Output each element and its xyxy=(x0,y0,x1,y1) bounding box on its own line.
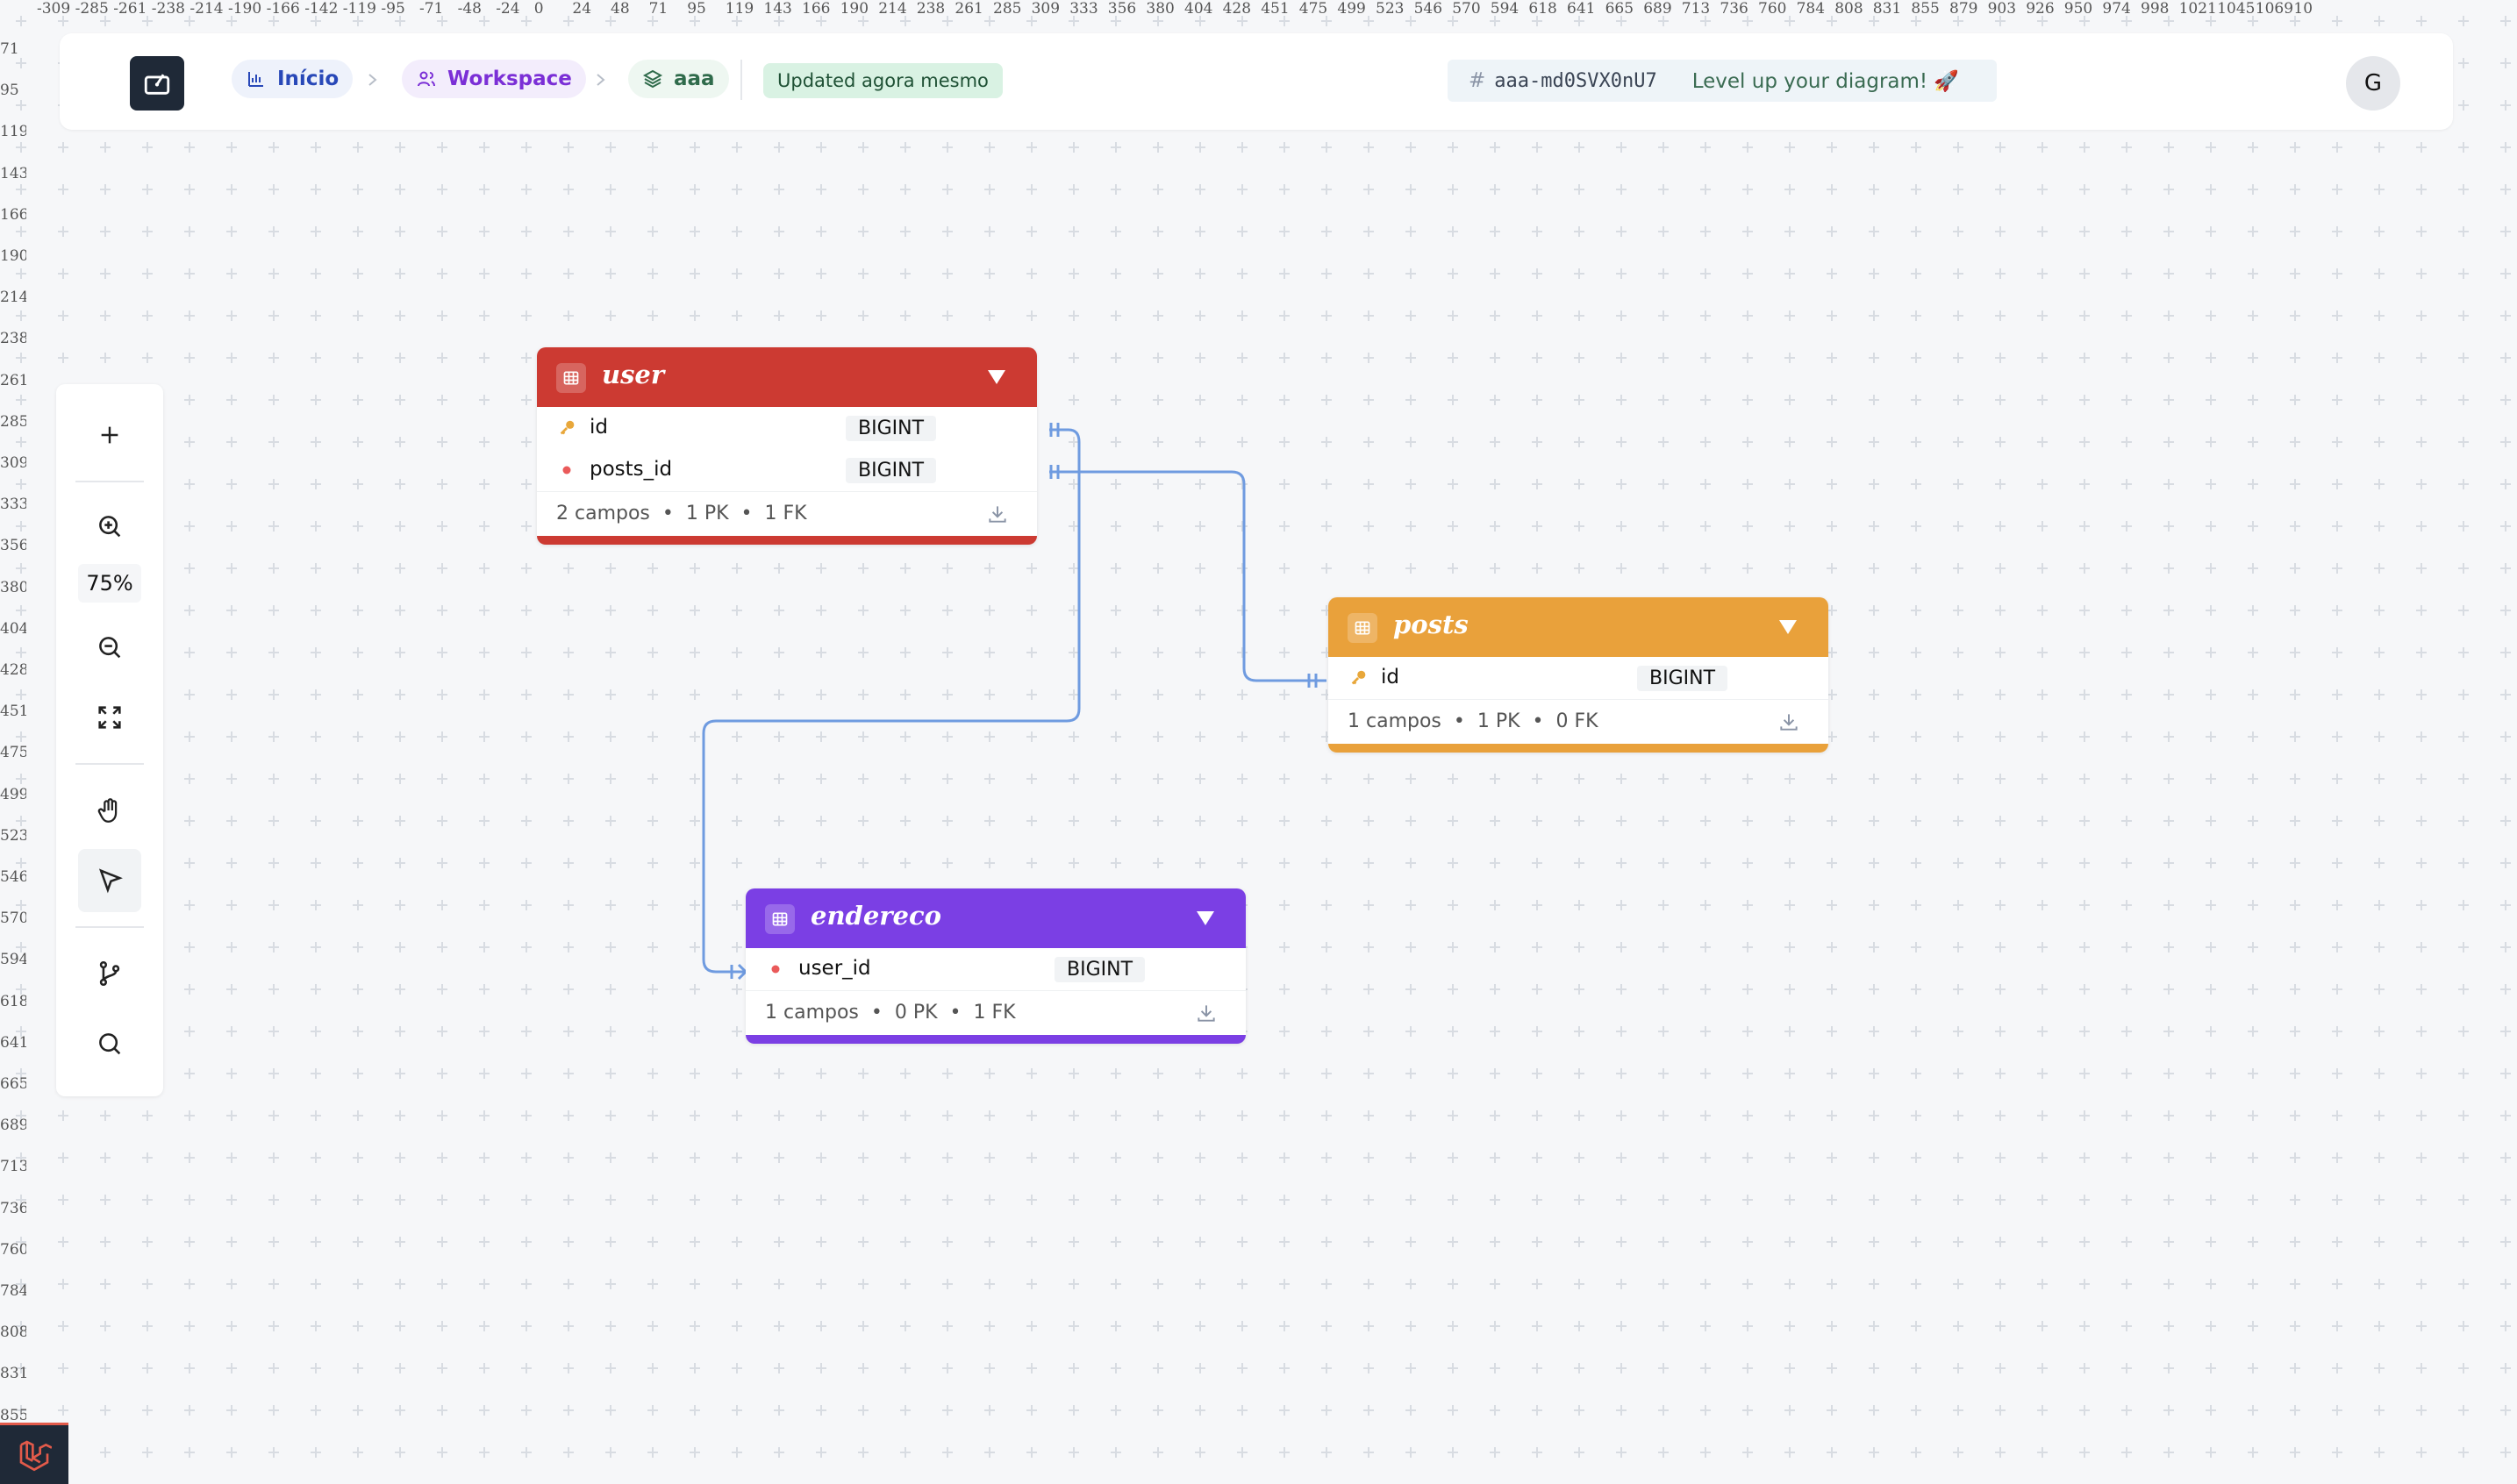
table-header[interactable]: endereco xyxy=(746,888,1246,948)
debugbar-toggle[interactable] xyxy=(0,1423,68,1484)
breadcrumb-project[interactable]: aaa xyxy=(628,60,729,98)
download-icon[interactable] xyxy=(1777,710,1800,733)
logo-icon xyxy=(144,74,170,95)
pan-tool-button[interactable] xyxy=(78,779,141,842)
field-name: id xyxy=(1381,666,1399,688)
status-badge: Updated agora mesmo xyxy=(763,63,1003,98)
table-bottom-bar xyxy=(537,536,1037,545)
field-row[interactable]: id BIGINT xyxy=(537,407,1037,449)
hash-icon: # xyxy=(1469,69,1486,92)
zoom-in-button[interactable] xyxy=(78,495,141,558)
table-bottom-bar xyxy=(746,1035,1246,1044)
chevron-right-icon xyxy=(368,74,377,86)
zoom-level[interactable]: 75% xyxy=(78,564,141,603)
table-stats: 1 campos • 0 PK • 1 FK xyxy=(765,1002,1016,1024)
toolbar-divider xyxy=(75,926,144,928)
table-icon xyxy=(556,363,586,393)
download-icon[interactable] xyxy=(986,503,1009,525)
avatar[interactable]: G xyxy=(2346,56,2400,111)
plus-icon xyxy=(101,426,118,444)
collapse-caret-icon[interactable] xyxy=(1195,910,1216,927)
table-name[interactable]: posts xyxy=(1393,610,1469,639)
table-posts[interactable]: posts id BIGINT 1 campos • 1 PK • 0 FK xyxy=(1328,597,1828,753)
breadcrumb-home[interactable]: Início xyxy=(232,60,354,98)
header-divider xyxy=(740,60,742,100)
table-name[interactable]: endereco xyxy=(811,901,941,931)
key-icon xyxy=(1351,670,1366,685)
search-icon xyxy=(99,1033,121,1055)
field-type: BIGINT xyxy=(846,416,937,441)
table-name[interactable]: user xyxy=(602,360,664,389)
table-icon xyxy=(1348,613,1377,643)
upgrade-link[interactable]: Level up your diagram! 🚀 xyxy=(1692,69,1959,93)
breadcrumb-project-label: aaa xyxy=(674,68,715,90)
users-icon xyxy=(418,71,435,87)
relationship-tool-button[interactable] xyxy=(78,942,141,1005)
zoom-out-button[interactable] xyxy=(78,616,141,679)
field-type: BIGINT xyxy=(846,458,937,483)
relation-lines xyxy=(702,423,1326,981)
fit-screen-button[interactable] xyxy=(78,686,141,749)
zoom-out-icon xyxy=(99,637,121,659)
foreign-key-dot-icon xyxy=(771,965,780,974)
laravel-logo-icon xyxy=(19,1440,52,1471)
table-header[interactable]: user xyxy=(537,347,1037,407)
collapse-caret-icon[interactable] xyxy=(1777,618,1798,636)
field-row[interactable]: user_id BIGINT xyxy=(746,948,1246,990)
field-type: BIGINT xyxy=(1055,957,1146,982)
field-row[interactable]: id BIGINT xyxy=(1328,657,1828,699)
table-header[interactable]: posts xyxy=(1328,597,1828,657)
field-row[interactable]: posts_id BIGINT xyxy=(537,449,1037,491)
diagram-id-pill[interactable]: # aaa-md0SVX0nU7 Level up your diagram! … xyxy=(1448,60,1997,102)
table-footer: 1 campos • 0 PK • 1 FK xyxy=(746,990,1246,1035)
toolbar-divider xyxy=(75,481,144,482)
collapse-caret-icon[interactable] xyxy=(986,368,1007,386)
fit-screen-icon xyxy=(98,706,121,729)
hand-icon xyxy=(97,798,118,823)
branch-icon xyxy=(99,960,120,987)
table-user[interactable]: user id BIGINT posts_id BIGINT 2 campos … xyxy=(537,347,1037,545)
add-table-button[interactable] xyxy=(78,403,141,467)
download-icon[interactable] xyxy=(1195,1002,1218,1024)
table-footer: 2 campos • 1 PK • 1 FK xyxy=(537,491,1037,536)
field-name: user_id xyxy=(798,957,871,980)
breadcrumb-workspace-label: Workspace xyxy=(447,68,572,90)
top-bar: Início Workspace aaa Updated agora mesmo… xyxy=(60,33,2453,130)
chevron-right-icon xyxy=(597,74,605,86)
diagram-id: aaa-md0SVX0nU7 xyxy=(1494,69,1657,92)
chart-icon xyxy=(248,72,263,87)
table-footer: 1 campos • 1 PK • 0 FK xyxy=(1328,699,1828,744)
field-type: BIGINT xyxy=(1637,666,1728,691)
pointer-icon xyxy=(98,868,123,894)
table-icon xyxy=(765,904,795,934)
layers-icon xyxy=(642,69,663,89)
breadcrumb-home-label: Início xyxy=(277,68,340,90)
field-name: posts_id xyxy=(590,458,673,481)
breadcrumb-workspace[interactable]: Workspace xyxy=(402,60,586,98)
select-tool-button[interactable] xyxy=(78,849,141,912)
foreign-key-dot-icon xyxy=(562,466,571,474)
search-button[interactable] xyxy=(78,1012,141,1075)
relation-user-posts[interactable] xyxy=(1049,470,1326,682)
toolbar-divider xyxy=(75,763,144,765)
table-stats: 2 campos • 1 PK • 1 FK xyxy=(556,503,807,524)
canvas-toolbar: 75% xyxy=(56,384,163,1096)
table-bottom-bar xyxy=(1328,744,1828,753)
key-icon xyxy=(560,420,575,435)
table-endereco[interactable]: endereco user_id BIGINT 1 campos • 0 PK … xyxy=(746,888,1246,1044)
app-logo[interactable] xyxy=(130,56,184,111)
field-name: id xyxy=(590,416,608,439)
zoom-in-icon xyxy=(99,516,121,538)
table-stats: 1 campos • 1 PK • 0 FK xyxy=(1348,710,1598,732)
